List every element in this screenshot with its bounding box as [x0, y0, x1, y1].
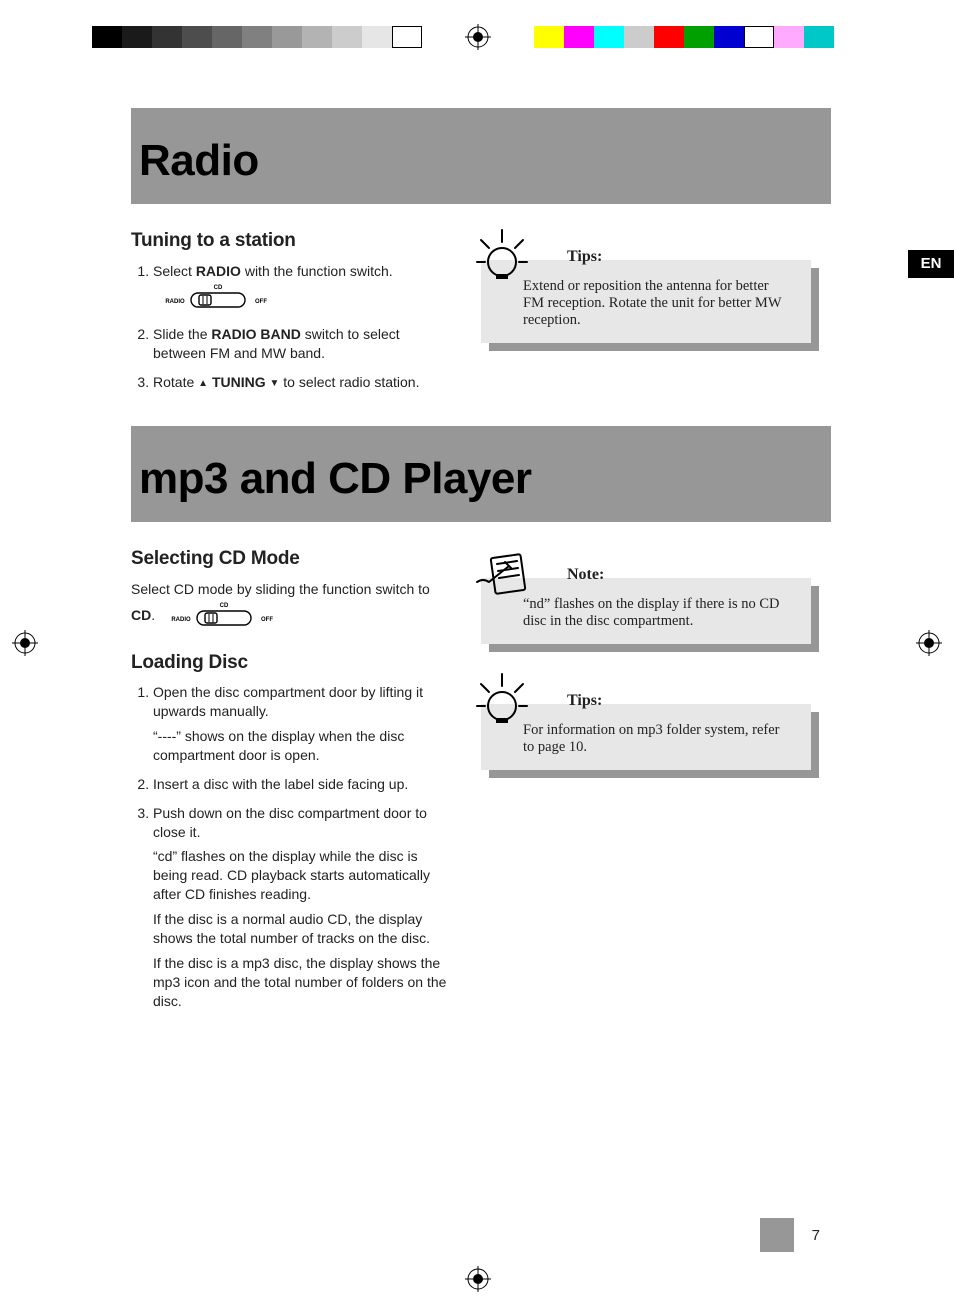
step: Push down on the disc compartment door t…: [153, 804, 451, 1011]
svg-text:OFF: OFF: [261, 617, 273, 623]
note-hand-icon: [467, 538, 537, 608]
callout-title: Note:: [567, 566, 604, 584]
svg-text:RADIO: RADIO: [171, 617, 191, 623]
swatch: [744, 26, 774, 48]
swatch: [774, 26, 804, 48]
registration-mark-icon: [465, 1266, 491, 1292]
process-color-bar: [534, 26, 834, 48]
callout-body: Extend or reposition the antenna for bet…: [523, 278, 793, 329]
registration-mark-icon: [465, 24, 491, 50]
swatch: [714, 26, 744, 48]
swatch: [152, 26, 182, 48]
step: Select RADIO with the function switch. C…: [153, 262, 451, 316]
section-title: Radio: [139, 136, 831, 186]
triangle-up-icon: [198, 374, 208, 390]
tips-callout: Tips: For information on mp3 folder syst…: [481, 704, 811, 770]
step: Rotate TUNING to select radio station.: [153, 373, 451, 392]
page-footer: 7: [760, 1218, 820, 1252]
lightbulb-icon: [467, 220, 537, 290]
lightbulb-icon: [467, 664, 537, 734]
section-header-mp3cd: mp3 and CD Player: [131, 426, 831, 522]
swatch: [564, 26, 594, 48]
function-switch-icon: CD RADIO OFF: [169, 599, 279, 634]
triangle-down-icon: [270, 374, 280, 390]
footer-page-marker: [760, 1218, 794, 1252]
registration-mark-icon: [12, 630, 38, 656]
function-switch-icon: CD RADIO OFF: [163, 281, 273, 316]
step: Open the disc compartment door by liftin…: [153, 683, 451, 765]
registration-mark-icon: [916, 630, 942, 656]
page-number: 7: [812, 1227, 820, 1244]
step: Slide the RADIO BAND switch to select be…: [153, 325, 451, 363]
cd-steps: Selecting CD Mode Select CD mode by slid…: [131, 546, 451, 1020]
callout-title: Tips:: [567, 692, 602, 710]
language-tab: EN: [908, 250, 954, 278]
section-header-radio: Radio: [131, 108, 831, 204]
subheading-loading-disc: Loading Disc: [131, 650, 451, 676]
svg-text:OFF: OFF: [255, 299, 267, 305]
swatch: [534, 26, 564, 48]
section-title: mp3 and CD Player: [139, 454, 831, 504]
grayscale-bar: [92, 26, 422, 48]
swatch: [242, 26, 272, 48]
callout-body: For information on mp3 folder system, re…: [523, 722, 793, 756]
swatch: [122, 26, 152, 48]
callout-body: “nd” flashes on the display if there is …: [523, 596, 793, 630]
swatch: [654, 26, 684, 48]
page-content: Radio Tuning to a station Select RADIO w…: [131, 108, 831, 1021]
swatch: [332, 26, 362, 48]
swatch: [302, 26, 332, 48]
swatch: [624, 26, 654, 48]
subheading-select-cd: Selecting CD Mode: [131, 546, 451, 572]
step: Insert a disc with the label side facing…: [153, 775, 451, 794]
tips-callout: Tips: Extend or reposition the antenna f…: [481, 260, 811, 343]
callout-title: Tips:: [567, 248, 602, 266]
swatch: [594, 26, 624, 48]
note-callout: Note: “nd” flashes on the display if the…: [481, 578, 811, 644]
swatch: [804, 26, 834, 48]
swatch: [392, 26, 422, 48]
svg-text:CD: CD: [214, 285, 223, 291]
swatch: [272, 26, 302, 48]
swatch: [92, 26, 122, 48]
swatch: [212, 26, 242, 48]
radio-steps: Tuning to a station Select RADIO with th…: [131, 228, 451, 402]
swatch: [684, 26, 714, 48]
subheading-tuning: Tuning to a station: [131, 228, 451, 254]
svg-text:RADIO: RADIO: [165, 299, 185, 305]
svg-text:CD: CD: [220, 603, 229, 609]
swatch: [182, 26, 212, 48]
swatch: [362, 26, 392, 48]
